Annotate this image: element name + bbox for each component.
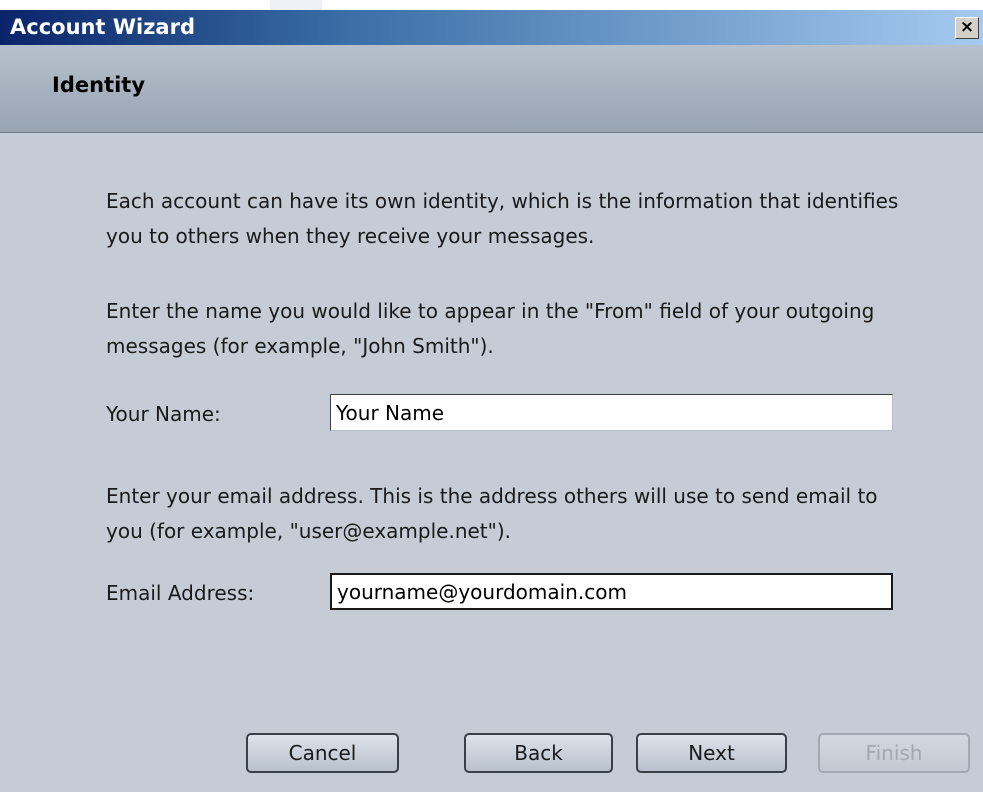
cancel-button[interactable]: Cancel (246, 733, 399, 773)
intro-text: Each account can have its own identity, … (106, 189, 899, 248)
title-bar[interactable]: Account Wizard × (0, 10, 983, 45)
back-button[interactable]: Back (464, 733, 613, 773)
email-address-input[interactable] (330, 573, 893, 610)
account-wizard-dialog: Account Wizard × Identity Each account c… (0, 10, 983, 792)
name-instructions: Enter the name you would like to appear … (106, 299, 875, 358)
page-title: Identity (52, 73, 146, 97)
wizard-content: Each account can have its own identity, … (0, 134, 983, 792)
background-tab-fragment (270, 0, 322, 10)
your-name-input[interactable] (330, 394, 893, 431)
your-name-label: Your Name: (106, 402, 221, 426)
wizard-page-header: Identity (0, 45, 983, 133)
finish-button: Finish (818, 733, 970, 773)
window-title: Account Wizard (10, 15, 195, 39)
close-button[interactable]: × (955, 17, 979, 39)
close-icon: × (959, 17, 975, 37)
email-address-label: Email Address: (106, 581, 255, 605)
email-instructions: Enter your email address. This is the ad… (106, 484, 878, 543)
next-button[interactable]: Next (636, 733, 787, 773)
top-strip (0, 0, 983, 10)
